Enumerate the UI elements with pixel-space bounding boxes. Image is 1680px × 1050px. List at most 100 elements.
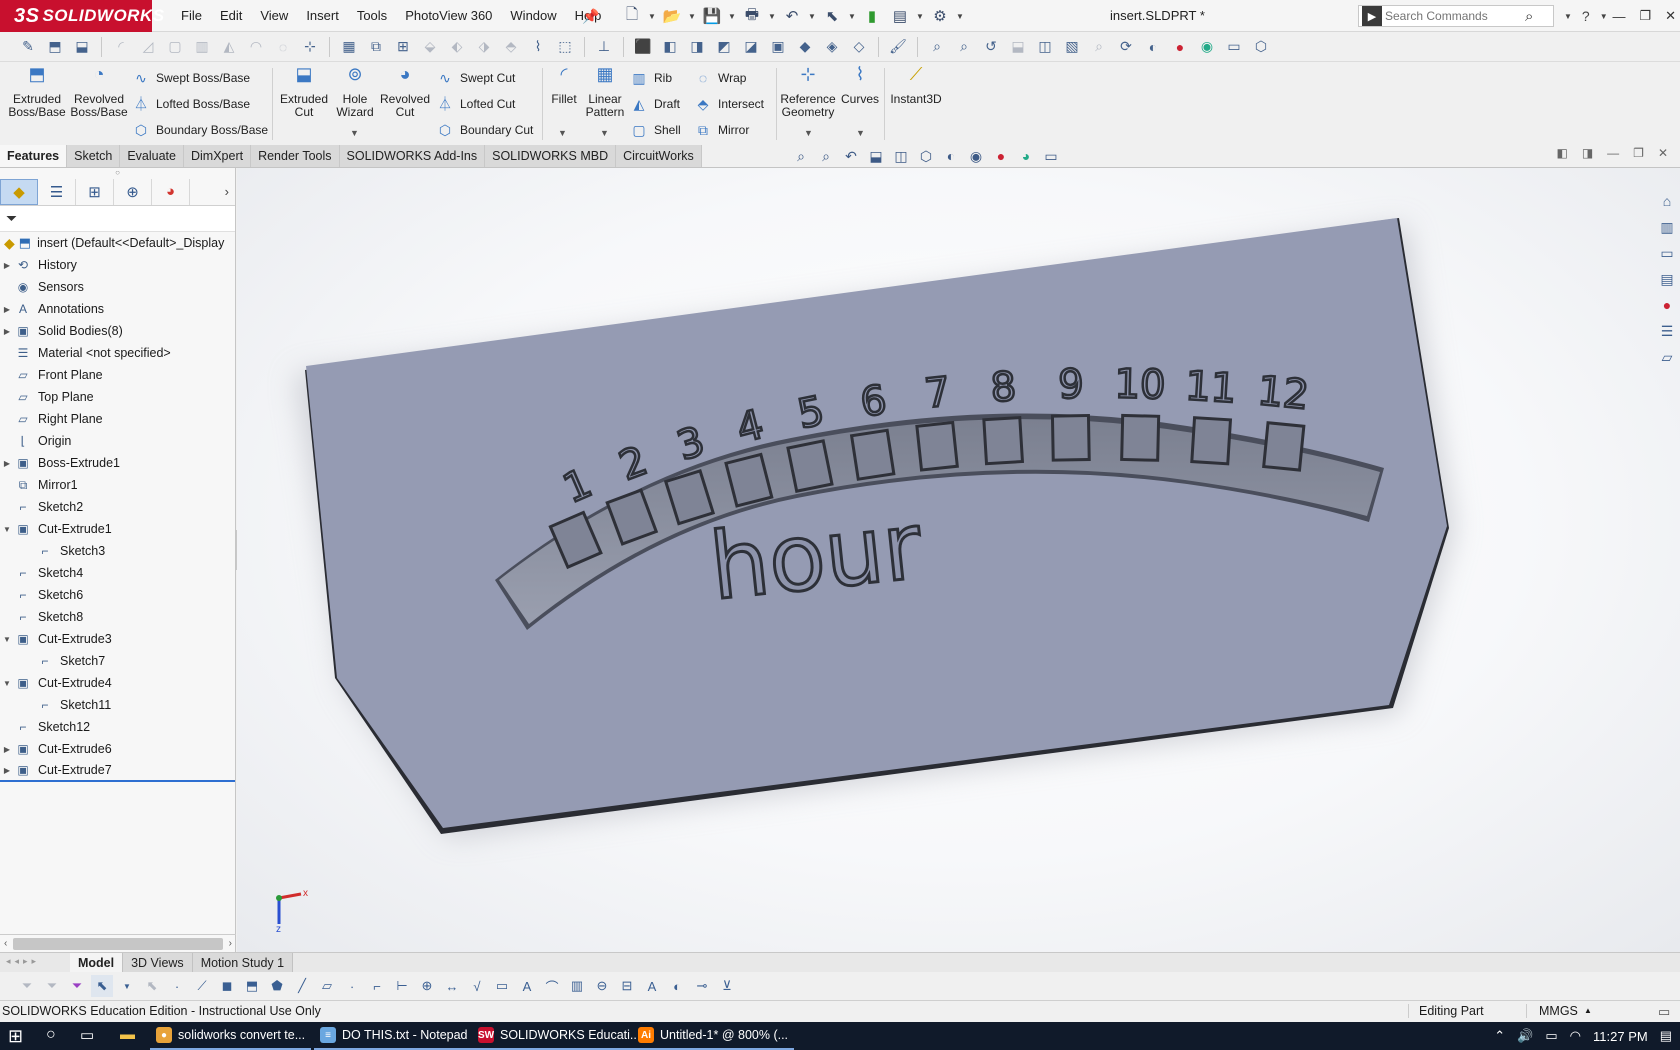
minimize-icon[interactable]: —	[1607, 146, 1619, 160]
chevron-down-icon[interactable]: ▼	[648, 12, 656, 21]
property-manager-tab-icon[interactable]: ☰	[38, 178, 76, 205]
feature-manager-tab-icon[interactable]: ◆	[0, 178, 38, 205]
tree-item[interactable]: ▱ Front Plane	[0, 364, 235, 386]
tab-features[interactable]: Features	[0, 145, 68, 167]
reference-geometry-button[interactable]: ⊹ Reference Geometry	[780, 65, 836, 119]
combine-icon[interactable]: ⬗	[472, 36, 496, 58]
expand-arrow-icon[interactable]: ▶	[0, 745, 14, 754]
view-palette-icon[interactable]: ▤	[1656, 268, 1678, 290]
chevron-down-icon[interactable]: ▼	[804, 128, 813, 138]
taskbar-app[interactable]: ≡ DO THIS.txt - Notepad	[314, 1022, 474, 1050]
menu-edit[interactable]: Edit	[211, 0, 251, 32]
zoom-to-fit-icon[interactable]: ⌕	[790, 146, 812, 166]
dome-tool-icon[interactable]: ◠	[244, 36, 268, 58]
rotate-icon[interactable]: ⟳	[1114, 36, 1138, 58]
tab-circuitworks[interactable]: CircuitWorks	[616, 145, 702, 167]
expand-arrow-icon[interactable]: ▶	[0, 327, 14, 336]
taskbar-app[interactable]: ● solidworks convert te...	[150, 1022, 312, 1050]
search-icon[interactable]: ⌕	[1525, 8, 1533, 25]
box-view-4-icon[interactable]: ◩	[712, 36, 736, 58]
messages-icon[interactable]: ▭	[1658, 1004, 1670, 1020]
tab-mbd[interactable]: SOLIDWORKS MBD	[485, 145, 617, 167]
select-icon[interactable]: ⬉	[820, 5, 844, 27]
rib-tool-icon[interactable]: ▥	[190, 36, 214, 58]
zoom-to-area-icon[interactable]: ⌕	[815, 146, 837, 166]
wrap-tool-icon[interactable]: ◌	[271, 36, 295, 58]
filter-connection-points-icon[interactable]: ◐	[666, 975, 688, 997]
filter-sketch-points-icon[interactable]: ∙	[341, 975, 363, 997]
chevron-up-icon[interactable]: ⌃	[1494, 1028, 1505, 1044]
file-properties-icon[interactable]: ▤	[888, 5, 912, 27]
filter-solid-bodies-icon[interactable]: ⬟	[266, 975, 288, 997]
file-explorer-icon[interactable]: ▬	[120, 1026, 135, 1043]
tree-item[interactable]: ▼ ▣ Cut-Extrude1	[0, 518, 235, 540]
box-view-7-icon[interactable]: ◆	[793, 36, 817, 58]
chevron-down-icon[interactable]: ▼	[916, 12, 924, 21]
filter-notes-icon[interactable]: A	[516, 975, 538, 997]
chevron-down-icon[interactable]: ▼	[856, 128, 865, 138]
tab-dimxpert[interactable]: DimXpert	[183, 145, 252, 167]
measure-icon[interactable]: ⊥	[592, 36, 616, 58]
tree-item[interactable]: ☰ Material <not specified>	[0, 342, 235, 364]
menu-insert[interactable]: Insert	[297, 0, 348, 32]
hide-show-items-icon[interactable]: ◉	[965, 146, 987, 166]
extruded-cut-button[interactable]: ⬓ Extruded Cut	[276, 65, 332, 119]
chevron-down-icon[interactable]: ▼	[728, 12, 736, 21]
filter-surface-bodies-icon[interactable]: ⬒	[241, 975, 263, 997]
view-settings-icon[interactable]: ▭	[1040, 146, 1062, 166]
tab-sketch[interactable]: Sketch	[67, 145, 121, 167]
view-settings-icon[interactable]: ◐	[1141, 36, 1165, 58]
section-view-icon[interactable]: ⬓	[1006, 36, 1030, 58]
chevron-down-icon[interactable]: ▼	[600, 128, 609, 138]
chevron-up-icon[interactable]: ▲	[1584, 1006, 1592, 1015]
filter-dimensions-icon[interactable]: ↔	[441, 975, 463, 997]
tree-item[interactable]: ⌊ Origin	[0, 430, 235, 452]
sketch-tool-icon[interactable]: ✎	[16, 36, 40, 58]
chevron-down-icon[interactable]: ▼	[848, 12, 856, 21]
intersect-button[interactable]: ⬘ Intersect	[694, 94, 764, 114]
zoom-fit-icon[interactable]: ⌕	[925, 36, 949, 58]
battery-icon[interactable]: ▭	[1545, 1028, 1557, 1044]
open-icon[interactable]: 📂	[660, 5, 684, 27]
tree-item[interactable]: ▼ ▣ Cut-Extrude3	[0, 628, 235, 650]
shell-tool-icon[interactable]: ▢	[163, 36, 187, 58]
filter-vertices-icon[interactable]: ·	[166, 975, 188, 997]
extruded-boss-button[interactable]: ⬒ Extruded Boss/Base	[8, 65, 66, 119]
home-icon[interactable]: ⌂	[1656, 190, 1678, 212]
linear-pattern-button[interactable]: ▦ Linear Pattern	[584, 65, 626, 119]
filter-blocks-icon[interactable]: A	[641, 975, 663, 997]
configuration-manager-tab-icon[interactable]: ⊞	[76, 178, 114, 205]
filter-edges-icon[interactable]: ⟋	[191, 975, 213, 997]
chamfer-tool-icon[interactable]: ◿	[136, 36, 160, 58]
save-icon[interactable]: 💾	[700, 5, 724, 27]
mirror-tool-icon[interactable]: ⧉	[364, 36, 388, 58]
windows-start-icon[interactable]: ⊞	[8, 1026, 23, 1047]
print-icon[interactable]: 🖶	[740, 5, 764, 27]
collapse-arrow-icon[interactable]: ▼	[0, 525, 14, 534]
tree-item[interactable]: ▶ ▣ Boss-Extrude1	[0, 452, 235, 474]
menu-window[interactable]: Window	[501, 0, 565, 32]
shell-button[interactable]: ▢ Shell	[630, 120, 680, 140]
reference-plane-icon[interactable]: ⊹	[298, 36, 322, 58]
menu-view[interactable]: View	[251, 0, 297, 32]
scroll-right-icon[interactable]: ›	[229, 938, 232, 949]
file-explorer-icon[interactable]: ▭	[1656, 242, 1678, 264]
box-select-icon[interactable]: ⬉	[141, 975, 163, 997]
rebuild-icon[interactable]: ▮	[860, 5, 884, 27]
filter-axes-icon[interactable]: ╱	[291, 975, 313, 997]
filter-all-icon[interactable]: ⏷	[66, 975, 88, 997]
custom-properties-icon[interactable]: ☰	[1656, 320, 1678, 342]
display-style-icon[interactable]: ◐	[940, 146, 962, 166]
scene-icon[interactable]: ◉	[1195, 36, 1219, 58]
boundary-cut-button[interactable]: ⬡ Boundary Cut	[436, 120, 534, 140]
boundary-boss-button[interactable]: ⬡ Boundary Boss/Base	[132, 120, 268, 140]
fillet-button[interactable]: ◜ Fillet	[546, 65, 582, 106]
collapse-arrow-icon[interactable]: ▼	[0, 679, 14, 688]
box-view-8-icon[interactable]: ◈	[820, 36, 844, 58]
extrude-tool-icon[interactable]: ⬒	[43, 36, 67, 58]
lofted-boss-button[interactable]: ⏃ Lofted Boss/Base	[132, 94, 250, 114]
revolved-boss-button[interactable]: ◔ Revolved Boss/Base	[70, 65, 128, 119]
close-icon[interactable]: ✕	[1658, 146, 1668, 160]
chevron-down-icon[interactable]: ▼	[1600, 12, 1608, 21]
forum-icon[interactable]: ▱	[1656, 346, 1678, 368]
